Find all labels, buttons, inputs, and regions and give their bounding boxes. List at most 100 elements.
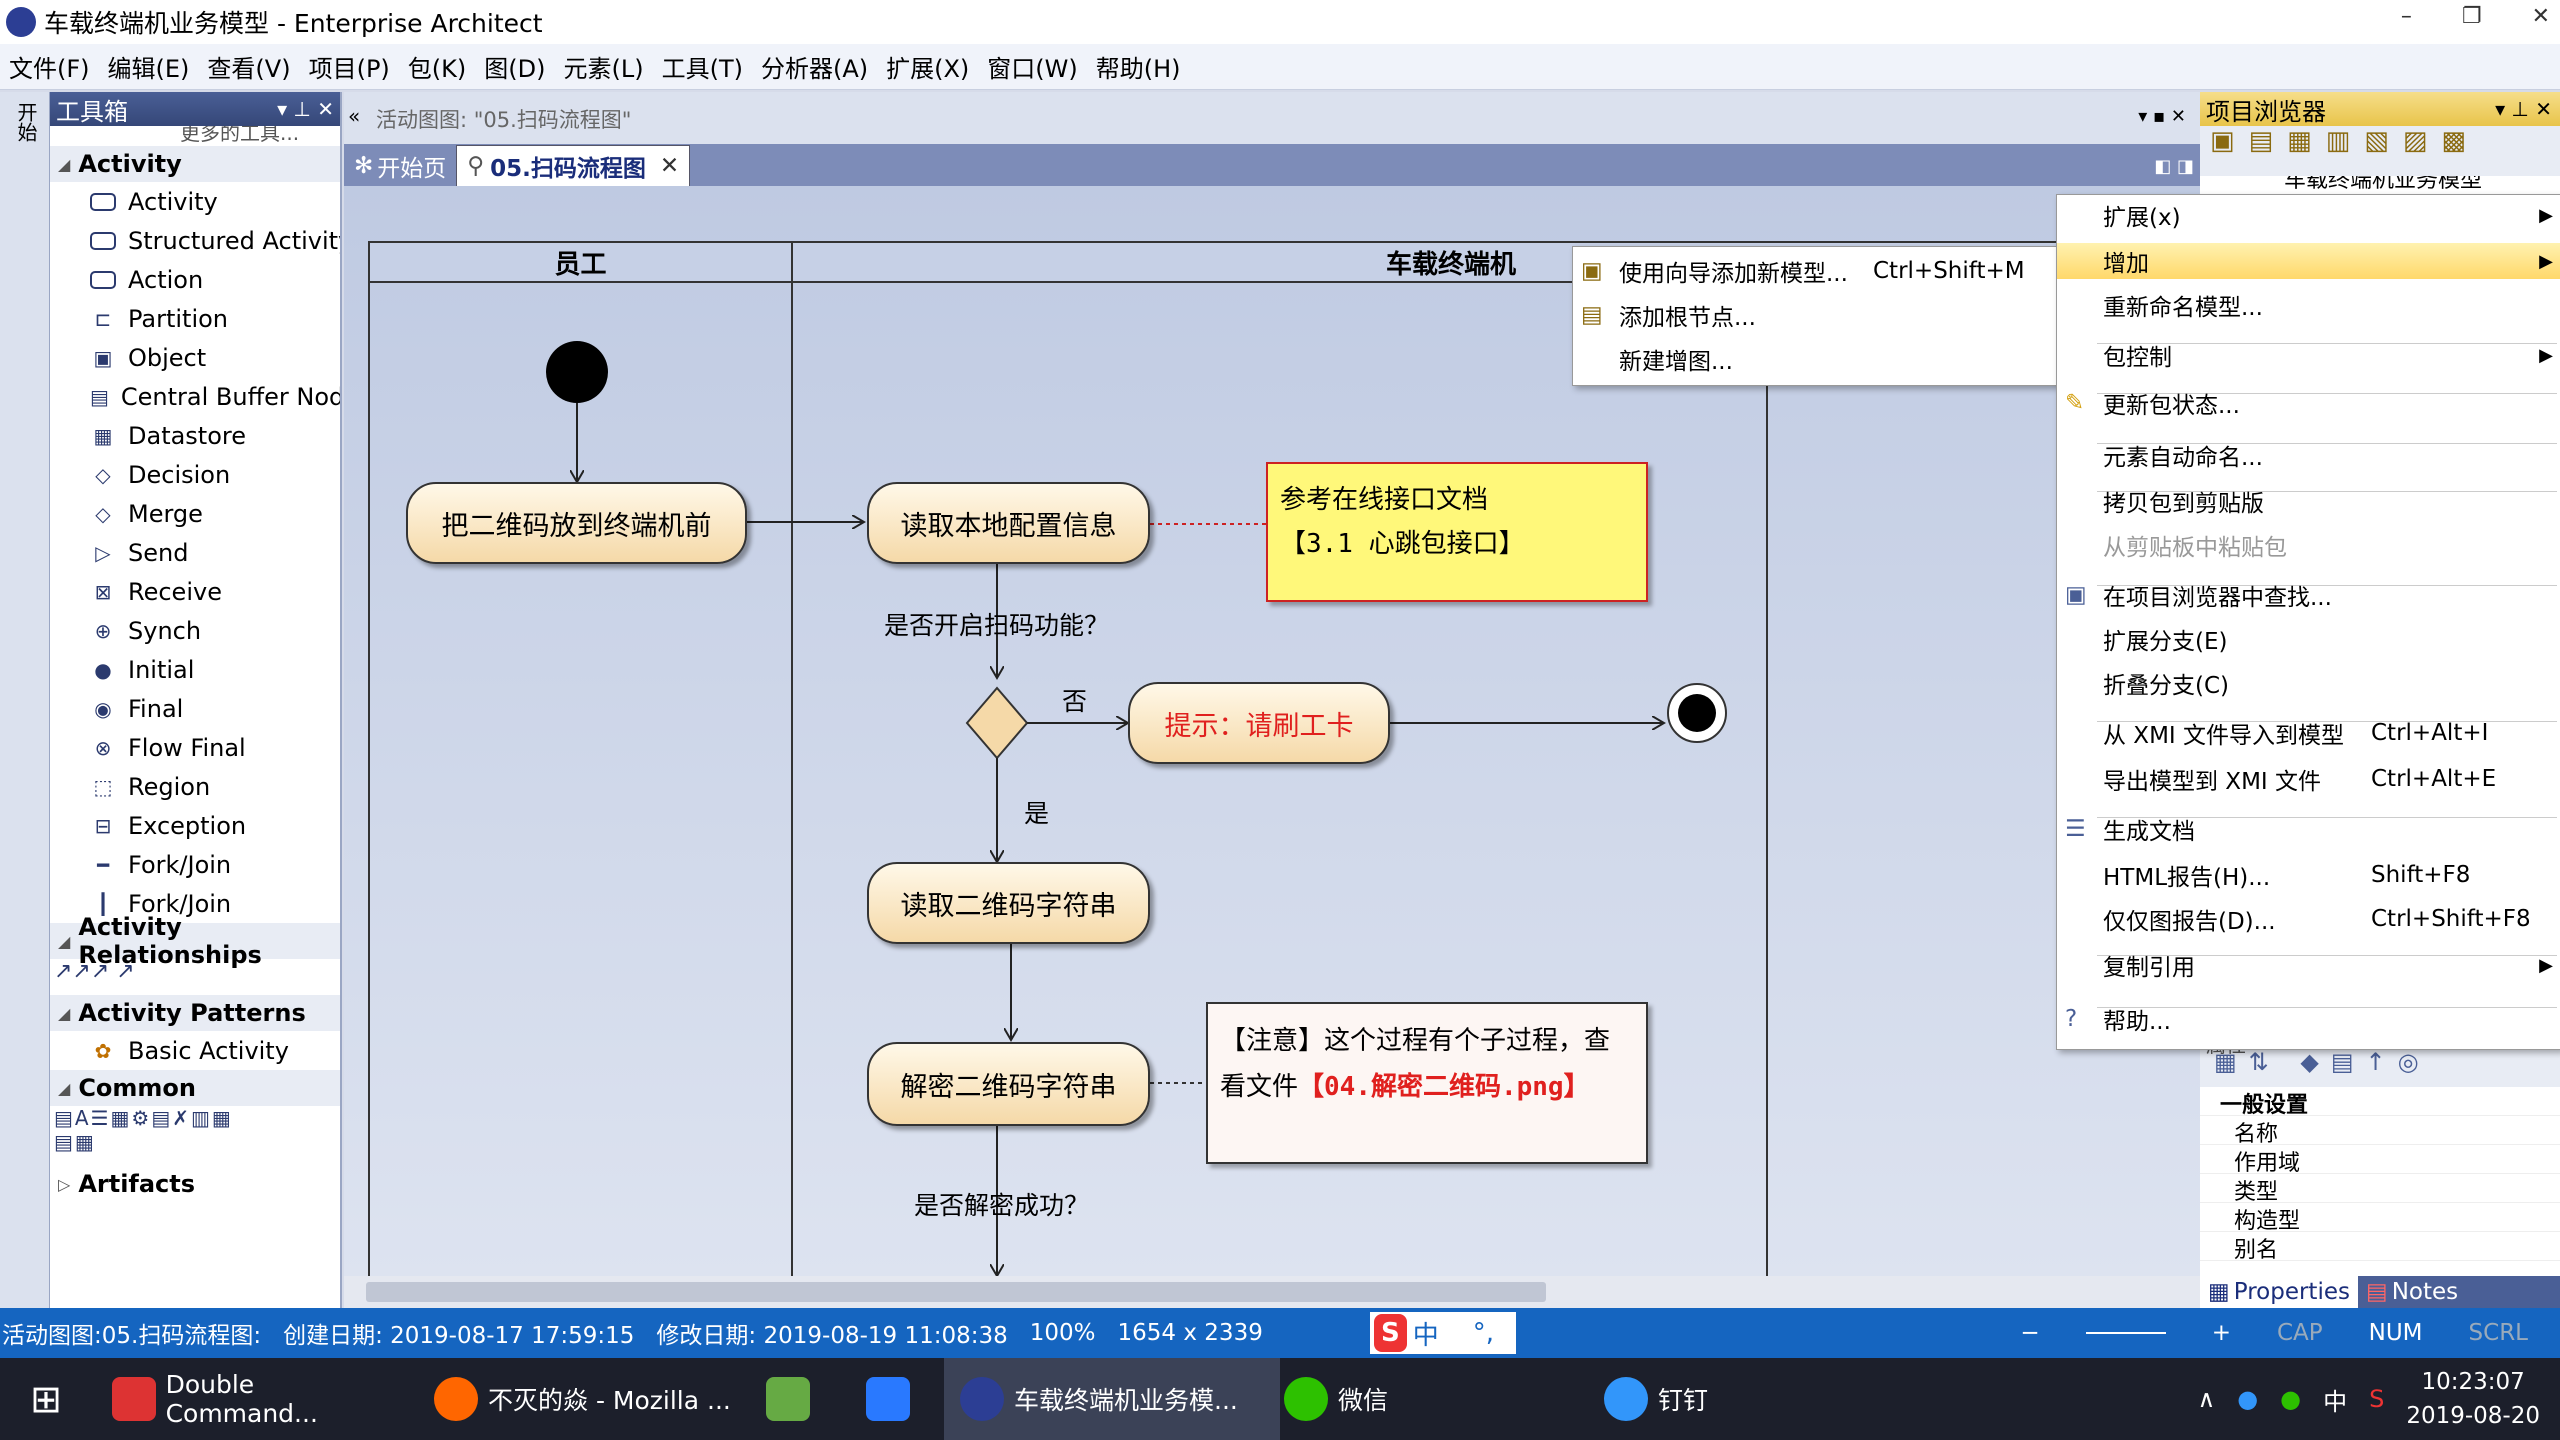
toolbox-item-fork-join-horizontal[interactable]: ━ Fork/Join [50,845,340,884]
tab-diagram[interactable]: ⚲ 05.扫码流程图 ✕ [456,145,691,186]
task-app-blue[interactable] [866,1358,926,1440]
task-double-commander[interactable]: Double Command... [112,1358,412,1440]
prop-row-scope[interactable]: 作用域 [2200,1145,2560,1176]
group-activity-relationships[interactable]: ◢ Activity Relationships [50,913,340,969]
tray-wechat-icon[interactable]: ● [2280,1385,2301,1413]
toolbox-item-merge[interactable]: ◇ Merge [50,494,340,533]
context-menu-item-copy-reference[interactable]: 复制引用 ▶ [2057,947,2560,983]
group-artifacts[interactable]: ▷ Artifacts [50,1166,340,1202]
toolbox-item-exception[interactable]: ⊟ Exception [50,806,340,845]
task-app-green[interactable] [766,1358,826,1440]
tab-start-page[interactable]: ✻ 开始页 [344,146,457,186]
menu-edit[interactable]: 编辑(E) [99,49,199,84]
menu-tools[interactable]: 工具(T) [653,49,752,84]
horizontal-scrollbar[interactable] [344,1276,2200,1308]
action-read-config[interactable]: 读取本地配置信息 [867,482,1150,564]
note-interface-doc[interactable]: 参考在线接口文档 【3.1 心跳包接口】 [1266,462,1648,602]
prop-row-stereotype[interactable]: 构造型 [2200,1203,2560,1234]
toolbox-item-datastore[interactable]: ▦ Datastore [50,416,340,455]
menu-extensions[interactable]: 扩展(X) [877,49,978,84]
toolbox-item-structured-activity[interactable]: Structured Activity [50,221,340,260]
zoom-plus-icon[interactable]: + [2212,1320,2231,1346]
toolbox-item-decision[interactable]: ◇ Decision [50,455,340,494]
toolbox-item-object[interactable]: ▣ Object [50,338,340,377]
toolbox-item-receive[interactable]: ⊠ Receive [50,572,340,611]
group-activity[interactable]: ◢ Activity [50,146,340,182]
context-menu-item-copy-package[interactable]: 拷贝包到剪贴版 [2057,483,2560,519]
start-button[interactable]: ⊞ [0,1358,92,1440]
scroll-left-icon[interactable]: « [348,104,360,128]
menu-window[interactable]: 窗口(W) [978,49,1086,84]
project-toolbar-icons[interactable]: ▣▤▦▥▧▨▩ [2210,126,2480,156]
action-place-qr[interactable]: 把二维码放到终端机前 [406,482,747,564]
action-prompt-card[interactable]: 提示：请刷工卡 [1128,682,1390,764]
toolbox-item-region[interactable]: ⬚ Region [50,767,340,806]
tab-notes[interactable]: ▤ Notes [2358,1276,2466,1308]
zoom-minus-icon[interactable]: − [2020,1320,2039,1346]
toolbox-item-synch[interactable]: ⊕ Synch [50,611,340,650]
menu-project[interactable]: 项目(P) [300,49,399,84]
action-decrypt-qr[interactable]: 解密二维码字符串 [867,1042,1150,1126]
tray-lang[interactable]: 中 [2323,1382,2347,1417]
more-tools-link[interactable]: 更多的工具... [50,126,340,146]
submenu-item-wizard[interactable]: ▣ 使用向导添加新模型... Ctrl+Shift+M [1573,253,2057,289]
toolbox-item-action[interactable]: Action [50,260,340,299]
caption-controls-icon[interactable]: ▾ ▪ ✕ [2138,106,2186,127]
context-menu-item-package-control[interactable]: 包控制 ▶ [2057,337,2560,373]
context-menu-item-paste-package[interactable]: 从剪贴板中粘贴包 [2057,527,2560,563]
start-tab-vertical[interactable]: 开始 [12,102,41,142]
submenu-item-add-root[interactable]: ▤ 添加根节点... [1573,297,2057,333]
context-menu-item-find-in-browser[interactable]: ▣ 在项目浏览器中查找... [2057,577,2560,613]
minimize-icon[interactable]: – [2401,4,2412,29]
task-dingtalk[interactable]: 钉钉 [1604,1358,1884,1440]
toolbox-item-partition[interactable]: ⊏ Partition [50,299,340,338]
menu-view[interactable]: 查看(V) [198,49,299,84]
clock[interactable]: 10:23:07 2019-08-20 [2406,1365,2540,1433]
menu-file[interactable]: 文件(F) [0,49,99,84]
context-menu-item-generate-document[interactable]: ☰ 生成文档 [2057,811,2560,847]
toolbox-item-basic-activity[interactable]: ✿ Basic Activity [50,1031,340,1070]
note-subprocess[interactable]: 【注意】这个过程有个子过程，查 看文件【04.解密二维码.png】 [1206,1002,1648,1164]
toolbox-item-initial[interactable]: ● Initial [50,650,340,689]
tray-dingtalk-icon[interactable]: ● [2237,1385,2258,1413]
submenu-item-new-view[interactable]: 新建增图... [1573,341,2057,377]
restore-icon[interactable]: ❐ [2462,4,2482,29]
context-menu-item-expand-branch[interactable]: 扩展分支(E) [2057,621,2560,657]
ime-toolbar[interactable]: S 中 °, [1370,1312,1516,1354]
menu-analyzer[interactable]: 分析器(A) [752,49,877,84]
zoom-slider[interactable] [2085,1320,2166,1334]
common-icons-grid[interactable]: ▤A☰▦⚙▤✗▥▦ ▤▦ [50,1106,340,1166]
menu-package[interactable]: 包(K) [399,49,475,84]
context-menu-item-help[interactable]: ? 帮助... [2057,1001,2560,1037]
tab-scroll-icons[interactable]: ◧ ◨ [2154,146,2194,186]
task-wechat[interactable]: 微信 [1282,1358,1564,1440]
project-browser-pin-close-icons[interactable]: ▾ ⊥ ✕ [2495,97,2552,121]
toolbox-item-activity[interactable]: Activity [50,182,340,221]
context-menu-item-export-xmi[interactable]: 导出模型到 XMI 文件 Ctrl+Alt+E [2057,761,2560,797]
context-menu-item-expand[interactable]: 扩展(x) ▶ [2057,197,2560,233]
toolbox-item-send[interactable]: ▷ Send [50,533,340,572]
tray-sogou-icon[interactable]: S [2369,1385,2384,1413]
toolbox-item-central-buffer-node[interactable]: ▤ Central Buffer Node [50,377,340,416]
group-activity-patterns[interactable]: ◢ Activity Patterns [50,995,340,1031]
toolbox-pin-close-icons[interactable]: ▾ ⊥ ✕ [277,97,334,121]
context-menu-item-add[interactable]: 增加 ▶ [2057,243,2560,279]
tab-properties[interactable]: ▦ Properties [2200,1276,2358,1308]
context-menu-item-html-report[interactable]: HTML报告(H)... Shift+F8 [2057,857,2560,893]
context-menu-item-diagram-report[interactable]: 仅仅图报告(D)... Ctrl+Shift+F8 [2057,901,2560,937]
tree-node-model[interactable]: 车载终端机业务模型 [2200,176,2560,192]
close-icon[interactable]: ✕ [2532,4,2550,29]
toolbox-item-flow-final[interactable]: ⊗ Flow Final [50,728,340,767]
toolbox-item-final[interactable]: ◉ Final [50,689,340,728]
action-read-qr[interactable]: 读取二维码字符串 [867,862,1150,944]
prop-row-name[interactable]: 名称 [2200,1116,2560,1147]
tray-expand-icon[interactable]: ∧ [2198,1385,2216,1413]
context-menu-item-collapse-branch[interactable]: 折叠分支(C) [2057,665,2560,701]
menu-help[interactable]: 帮助(H) [1087,49,1190,84]
context-menu-item-import-xmi[interactable]: 从 XMI 文件导入到模型 Ctrl+Alt+I [2057,715,2560,751]
prop-row-alias[interactable]: 别名 [2200,1232,2560,1263]
close-tab-icon[interactable]: ✕ [660,153,679,179]
prop-row-type[interactable]: 类型 [2200,1174,2560,1205]
scrollbar-thumb[interactable] [366,1282,1546,1302]
prop-section-general[interactable]: 一般设置 [2200,1087,2560,1118]
